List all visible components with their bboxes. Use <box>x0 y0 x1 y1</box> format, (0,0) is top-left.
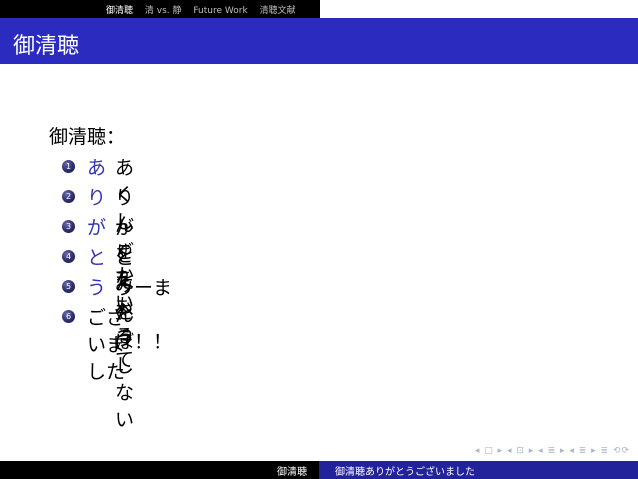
highlighted-kana: う <box>87 277 107 299</box>
list-item: 3 が がをたべる <box>49 216 134 347</box>
frame-title: 御清聴 <box>13 34 80 59</box>
list-item: 2 り りんごをもって <box>49 186 134 371</box>
list-item-text: ございました <box>87 307 126 383</box>
beamer-navigation-symbols-icon[interactable]: ◂ □ ▸ ◂ ⊡ ▸ ◂ ≣ ▸ ◂ ≣ ▸ ≣ ⟲⟳ <box>475 446 630 456</box>
frame-title-bar: 御清聴 <box>0 18 638 64</box>
nav-section-gochoucho[interactable]: 御清聴 <box>106 6 133 16</box>
footer-title-panel: 御清聴ありがとうございました <box>319 461 638 479</box>
nav-section-references[interactable]: 清聴文献 <box>260 6 296 16</box>
highlighted-kana: り <box>87 187 107 209</box>
list-item: 4 と とみをうしない <box>49 246 134 431</box>
footer-title: 御清聴ありがとうございました <box>335 467 475 478</box>
footer-author: 御清聴 <box>277 467 307 478</box>
slide-content: 御清聴： 1 あ あくしゅかい 2 り りんごをもって 3 が がをたべる 4 … <box>49 122 172 431</box>
list-item: 1 あ あくしゅかい <box>49 156 134 314</box>
section-navigation: 御清聴 清 vs. 静 Future Work 清聴文献 <box>106 3 305 16</box>
highlighted-kana: が <box>87 217 107 239</box>
numbered-bullet-icon: 4 <box>62 250 75 263</box>
list-heading: 御清聴： <box>49 126 126 148</box>
numbered-bullet-icon: 1 <box>62 160 75 173</box>
numbered-bullet-icon: 5 <box>62 280 75 293</box>
numbered-bullet-icon: 6 <box>62 310 75 323</box>
numbered-bullet-icon: 2 <box>62 190 75 203</box>
footer-bar: 御清聴 御清聴ありがとうございました <box>0 461 638 479</box>
list-item: 6 ございました <box>49 306 125 383</box>
highlighted-kana: と <box>87 247 107 269</box>
list-item: 5 う うーまんぼ！！ <box>49 276 172 353</box>
numbered-bullet-icon: 3 <box>62 220 75 233</box>
nav-section-future-work[interactable]: Future Work <box>193 6 247 16</box>
nav-section-sei-vs-sei[interactable]: 清 vs. 静 <box>145 6 182 16</box>
highlighted-kana: あ <box>87 157 107 179</box>
footer-author-panel: 御清聴 <box>0 461 319 479</box>
top-navigation-bar: 御清聴 清 vs. 静 Future Work 清聴文献 <box>0 0 638 18</box>
